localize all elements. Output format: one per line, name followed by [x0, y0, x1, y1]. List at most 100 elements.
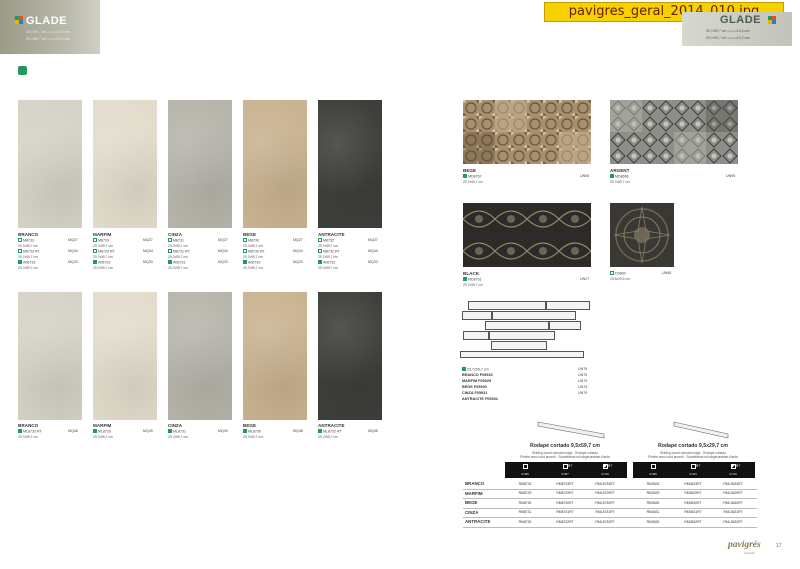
tile-swatch-marfim	[93, 100, 157, 228]
rodape-cell: RM8730RT	[556, 500, 574, 505]
tile-code: M8729 RT	[93, 249, 115, 254]
skirting-piece	[460, 351, 584, 358]
skirting-item-value: UN79	[578, 385, 588, 389]
skirting-item-value: UN79	[578, 379, 588, 383]
decor-name: BLACK	[463, 271, 480, 276]
rodape-header-cell: RT UN18	[713, 462, 753, 478]
tile-code-text: M8730 RT	[248, 249, 265, 254]
tile-swatch-antracite	[318, 100, 382, 228]
tile-size-caption: 29,7x59,7 cm	[318, 243, 338, 248]
tile-swatch-cinza	[168, 292, 232, 420]
tile-code: ML8733 RT	[18, 429, 42, 434]
skirting-piece	[549, 321, 581, 330]
rodape-row-name: BRANCO	[465, 481, 485, 486]
tile-name: BEGE	[243, 423, 257, 428]
decor-name: BEGE	[463, 168, 477, 173]
product-type-icon	[610, 174, 614, 178]
tile-size-caption: 29,7x59,7 cm	[93, 254, 113, 259]
tile-size-caption: 29,7x59,7 cm	[18, 254, 38, 259]
brand-name-left: GLADE	[26, 15, 67, 27]
rodape-row-name: MARFIM	[465, 490, 483, 496]
rodape-header-code: UN33	[689, 472, 697, 476]
product-type-icon	[243, 249, 247, 253]
tile-size-caption: 29,7x59,7 cm	[18, 435, 38, 439]
decor-caption: 29,5x29,5 cm	[610, 277, 630, 281]
rodape-cell: RML8731RT	[595, 510, 615, 514]
skirting-piece	[489, 331, 555, 340]
rodape-cell: RM8732	[518, 519, 532, 524]
tile-value: MQ44	[143, 249, 153, 253]
tile-code-text: A06733	[23, 260, 36, 265]
product-type-icon	[93, 429, 97, 433]
rodape-cell: RML3631RT	[723, 510, 743, 514]
product-type-icon	[93, 249, 97, 253]
tile-value: MQ48	[68, 429, 78, 433]
tile-swatch-bege	[243, 292, 307, 420]
skirting-piece	[468, 301, 546, 310]
rodape-cell: RM3631	[646, 510, 660, 514]
skirting-item-label: BEGE F05930	[462, 385, 487, 389]
tile-size-caption: 29,7x59,7 cm	[168, 265, 188, 270]
tile-name: MARFIM	[93, 423, 112, 428]
tile-code-text: M8732	[323, 238, 334, 243]
rodape-cell: RML8732RT	[595, 519, 615, 524]
tile-code-text: A06730	[248, 260, 261, 265]
product-type-icon	[168, 429, 172, 433]
rodape-header-code: UN18	[729, 472, 737, 476]
decor-tile-black	[463, 203, 591, 267]
rodape-row-divider	[463, 507, 757, 509]
product-type-icon	[463, 174, 467, 178]
tile-swatch-cinza	[168, 100, 232, 228]
skirting-item-value: UN79	[578, 367, 588, 371]
rodape-cell: RM3631RT	[684, 510, 702, 514]
spec-line: 29,7x59,7 cm ▭▭▭10,2 mm	[26, 37, 71, 41]
tile-value: MQ27	[218, 238, 228, 242]
pavigres-logo: pavigrés	[728, 540, 761, 550]
tile-code-text: M8733	[23, 238, 34, 243]
rodape-header-cell: RT UN87	[545, 462, 585, 478]
skirting-piece	[463, 331, 489, 340]
brand-name-right: GLADE	[720, 14, 761, 26]
rodape-cell: RM8731	[518, 510, 532, 514]
tile-swatch-marfim	[93, 292, 157, 420]
tile-code-text: M8733 RT	[23, 249, 40, 254]
tile-code-text: ML8730	[248, 429, 261, 434]
rodape-subtitle: Plinthe avec bord arrondi · Sockelleiste…	[520, 455, 610, 459]
tile-code-text: ML8732 RT	[323, 429, 342, 434]
tile-name: BEGE	[243, 232, 257, 237]
rodape-header-code: UN18	[601, 472, 609, 476]
rodape-cell: RM3629RT	[684, 491, 702, 495]
tile-code: ML8729	[93, 429, 111, 434]
rodape-cell: RM3633	[646, 481, 660, 486]
rodape-cell: RM8732RT	[556, 519, 574, 524]
tile-code-text: ML8731	[173, 429, 186, 434]
skirting-item-value: UN79	[578, 373, 588, 377]
rodape-row-name: CINZA	[465, 509, 479, 515]
leaf-icon	[18, 66, 27, 75]
rodape-cell: RML3630RT	[723, 500, 743, 505]
tile-code-text: M8732 RT	[323, 249, 340, 254]
tile-name: BRANCO	[18, 423, 39, 428]
product-type-icon	[318, 429, 322, 433]
rodape-title: Rodapé cortado 9,5x59,7 cm	[529, 443, 601, 449]
rodape-cell: RM8729	[518, 491, 532, 495]
decor-value: UN95	[726, 174, 736, 178]
rodape-header-label: RT	[567, 464, 573, 468]
decor-code: D3800	[610, 271, 626, 276]
tile-value: MQ33	[293, 260, 303, 264]
rodape-cell: RML3629RT	[723, 491, 743, 495]
rodape-title: Rodapé cortado 9,5x29,7 cm	[657, 443, 729, 449]
decor-code: MD8767	[463, 174, 482, 179]
tile-size-caption: 29,7x59,7 cm	[318, 435, 338, 439]
tile-code: M8731 RT	[168, 249, 190, 254]
decor-value: UN85	[662, 271, 672, 275]
rodape-cell: RM8733	[518, 481, 532, 486]
rodape-table-header: UN88 RT UN87 RT UN18	[505, 462, 627, 478]
rodape-cell: RM8730	[518, 500, 532, 505]
skirting-piece	[492, 311, 576, 320]
tile-size-caption: 29,7x59,7 cm	[168, 435, 188, 439]
tile-size-caption: 29,7x59,7 cm	[93, 265, 113, 270]
product-type-icon	[318, 249, 322, 253]
tile-code-text: M8731 RT	[173, 249, 190, 254]
brand-logo-mark-left	[15, 16, 23, 24]
